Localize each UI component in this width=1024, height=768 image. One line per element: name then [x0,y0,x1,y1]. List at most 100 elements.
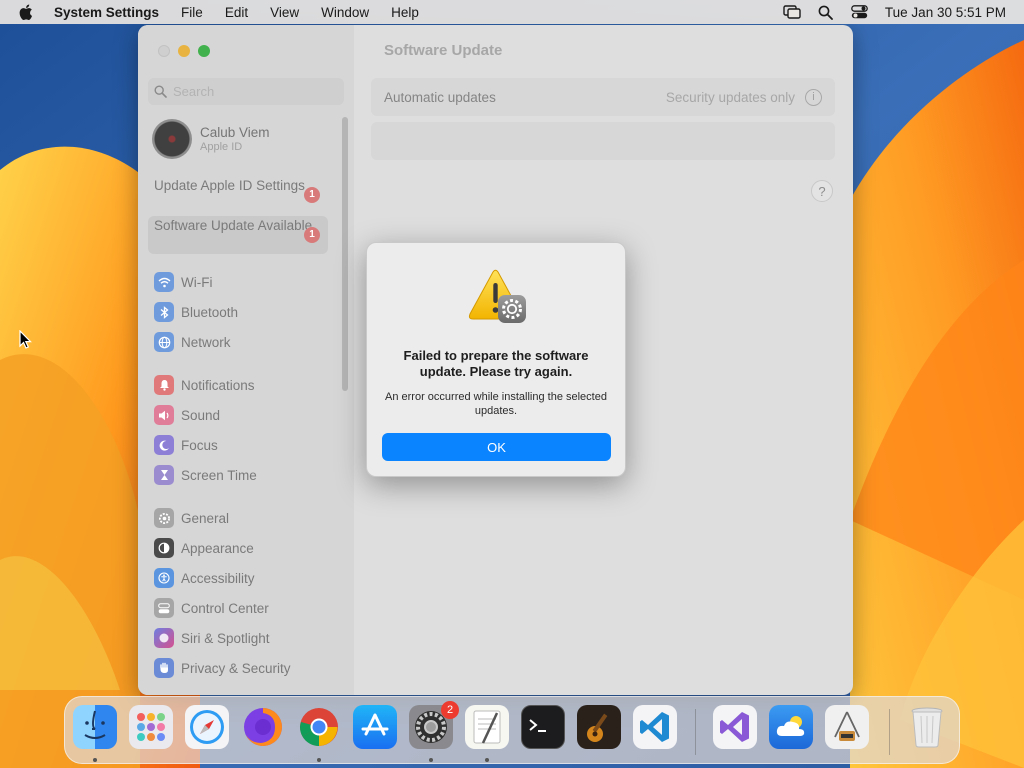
hand-icon [154,658,174,678]
moon-icon [154,435,174,455]
sidebar-item-label: Sound [181,407,221,423]
error-alert-dialog: Failed to prepare the software update. P… [366,242,626,477]
sidebar-item-label: Notifications [181,377,255,393]
sidebar-item-appearance[interactable]: Appearance [154,536,254,560]
sidebar-item-network[interactable]: Network [154,330,231,354]
apple-id-account[interactable]: Calub Viem Apple ID [152,119,270,159]
update-status-row [371,122,835,160]
avatar [152,119,192,159]
menu-file[interactable]: File [170,5,214,20]
window-zoom-button[interactable] [198,45,210,57]
garageband-icon[interactable] [577,705,621,749]
gear-icon [154,508,174,528]
spotlight-search-icon[interactable] [809,0,843,24]
firefox-icon[interactable] [241,705,285,749]
dialog-message: An error occurred while installing the s… [385,391,607,417]
sidebar-item-label: Siri & Spotlight [181,630,270,646]
info-icon[interactable]: i [805,88,822,106]
launchpad-icon[interactable] [129,705,173,749]
search-icon [154,85,167,98]
menu-edit[interactable]: Edit [214,5,259,20]
notification-badge: 1 [304,187,320,203]
sidebar-item-label: Screen Time [181,467,257,483]
notification-badge: 1 [304,227,320,243]
page-title: Software Update [384,42,503,59]
textedit-icon[interactable] [465,705,509,749]
dock-separator [889,709,890,755]
sidebar: Search Calub Viem Apple ID Update Apple … [138,25,354,695]
notice-label: Update Apple ID Settings [154,178,305,193]
safari-icon[interactable] [185,705,229,749]
control-center-icon[interactable] [843,0,877,24]
account-subtitle: Apple ID [200,141,243,153]
menu-view[interactable]: View [259,5,310,20]
sidebar-item-general[interactable]: General [154,506,229,530]
sidebar-item-focus[interactable]: Focus [154,433,218,457]
sidebar-item-privacy-security[interactable]: Privacy & Security [154,656,291,680]
search-placeholder: Search [173,84,215,99]
running-indicator [485,758,489,762]
automatic-updates-row[interactable]: Automatic updates Security updates only … [371,78,835,116]
dock-separator [695,709,696,755]
automatic-updates-label: Automatic updates [384,89,496,105]
screen-mirroring-icon[interactable] [775,0,809,24]
running-indicator [317,758,321,762]
wifi-icon [154,272,174,292]
notice-label: Software Update Available [154,218,313,233]
search-field[interactable]: Search [148,78,344,105]
menu-window[interactable]: Window [310,5,380,20]
ok-button[interactable]: OK [382,433,611,461]
visual-studio-icon[interactable] [713,705,757,749]
help-button[interactable]: ? [811,180,833,202]
sidebar-item-control-center[interactable]: Control Center [154,596,269,620]
sidebar-item-update-apple-id[interactable]: Update Apple ID Settings 1 [148,176,328,214]
window-minimize-button[interactable] [178,45,190,57]
speaker-icon [154,405,174,425]
sidebar-scrollbar[interactable] [342,117,348,391]
sidebar-item-notifications[interactable]: Notifications [154,373,255,397]
globe-icon [154,332,174,352]
chrome-icon[interactable] [297,705,341,749]
vscode-icon[interactable] [633,705,677,749]
dock: 2 [64,696,960,764]
weather-icon[interactable] [769,705,813,749]
sidebar-item-accessibility[interactable]: Accessibility [154,566,255,590]
sidebar-item-bluetooth[interactable]: Bluetooth [154,300,238,324]
appearance-icon [154,538,174,558]
sidebar-item-label: Wi-Fi [181,274,213,290]
sidebar-item-wifi[interactable]: Wi-Fi [154,270,212,294]
running-indicator [93,758,97,762]
sidebar-item-label: General [181,510,230,526]
sidebar-item-sound[interactable]: Sound [154,403,220,427]
sidebar-item-label: Privacy & Security [181,660,291,676]
menu-bar-clock[interactable]: Tue Jan 30 5:51 PM [877,5,1006,20]
siri-icon [154,628,174,648]
sidebar-item-label: Focus [181,437,218,453]
hourglass-icon [154,465,174,485]
dialog-heading: Failed to prepare the software update. P… [403,348,589,379]
sidebar-item-siri-spotlight[interactable]: Siri & Spotlight [154,626,270,650]
menu-help[interactable]: Help [380,5,430,20]
app-store-icon[interactable] [353,705,397,749]
finder-icon[interactable] [73,705,117,749]
running-indicator [429,758,433,762]
bell-icon [154,375,174,395]
sidebar-item-label: Accessibility [181,570,255,586]
sidebar-item-screen-time[interactable]: Screen Time [154,463,257,487]
sidebar-item-label: Appearance [181,540,254,556]
mouse-pointer-icon [19,330,32,349]
menu-app-name[interactable]: System Settings [52,5,170,20]
control-center-icon [154,598,174,618]
menu-bar: System Settings File Edit View Window He… [0,0,1024,24]
apple-menu-icon[interactable] [0,4,52,20]
trash-icon[interactable] [905,705,949,749]
automatic-updates-value: Security updates only [665,89,795,105]
sidebar-item-software-update-available[interactable]: Software Update Available 1 [148,216,328,254]
system-settings-badge: 2 [441,701,459,719]
sidebar-item-label: Network [181,334,231,350]
window-close-button[interactable] [158,45,170,57]
sidebar-item-label: Bluetooth [181,304,239,320]
terminal-icon[interactable] [521,705,565,749]
installer-icon[interactable] [825,705,869,749]
warning-icon [468,269,526,323]
